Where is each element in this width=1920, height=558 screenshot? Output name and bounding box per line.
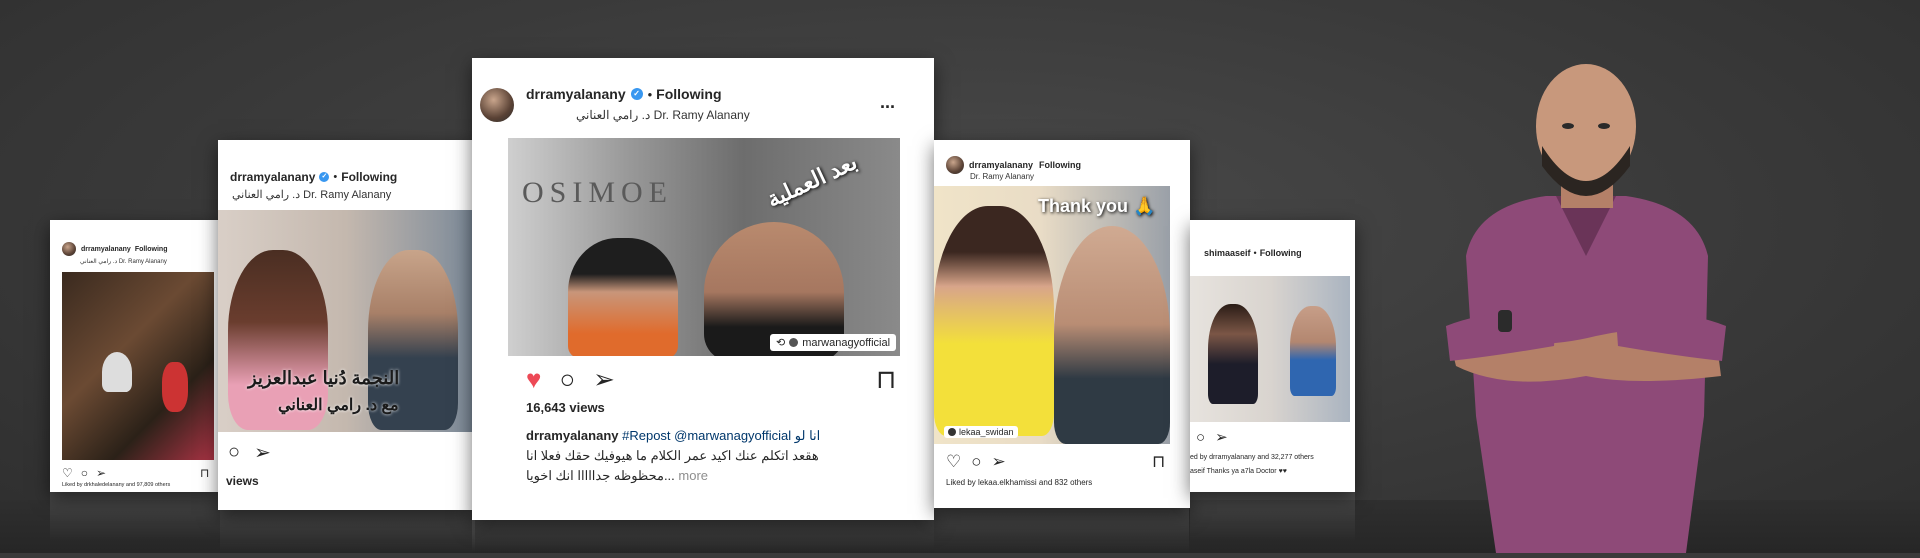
left-following[interactable]: Following (341, 170, 397, 184)
right-comment-icon[interactable]: ○ (971, 452, 981, 472)
main-caption-line1: drramyalanany #Repost @marwanagyofficial… (526, 428, 820, 444)
main-username[interactable]: drramyalanany (526, 86, 626, 102)
main-caption-more[interactable]: more (678, 468, 708, 483)
repost-avatar (789, 338, 799, 347)
left-overlay-line2: مع د. رامي العناني (278, 397, 399, 414)
right-liked-by: Liked by lekaa.elkhamissi and 832 others (946, 478, 1093, 487)
far-left-post-card[interactable]: drramyalanany Following د. رامي العناني … (50, 220, 220, 492)
main-post-card[interactable]: drramyalanany ✓ • Following د. رامي العن… (472, 58, 934, 520)
reflection-left (220, 510, 475, 553)
far-right-liked-by: ed by drramyalanany and 32,277 others (1190, 454, 1314, 461)
right-tag-avatar (948, 428, 956, 436)
right-save-icon[interactable]: ⊓ (1152, 452, 1165, 472)
doctor-figure-svg (1446, 64, 1726, 553)
far-right-photo[interactable] (1190, 276, 1350, 422)
main-display-name: د. رامي العناني Dr. Ramy Alanany (576, 108, 750, 122)
right-post-card[interactable]: drramyalanany Following Dr. Ramy Alanany… (934, 140, 1190, 508)
main-following[interactable]: Following (656, 86, 721, 102)
far-left-share-icon[interactable]: ➢ (96, 466, 106, 480)
far-right-following[interactable]: Following (1260, 248, 1302, 258)
far-right-post-card[interactable]: shimaaseif • Following ○ ➢ ed by drramya… (1190, 220, 1355, 492)
main-photo-logo: OSIMOE (522, 176, 674, 209)
far-left-liked-by: Liked by drkhaledelanany and 97,809 othe… (62, 482, 171, 488)
right-overlay-text: Thank you 🙏 (1038, 196, 1156, 216)
main-more-icon[interactable]: ... (880, 92, 895, 113)
reflection-main (472, 520, 934, 553)
far-left-comment-icon[interactable]: ○ (81, 466, 88, 480)
far-left-username[interactable]: drramyalanany (81, 246, 131, 253)
main-caption-user[interactable]: drramyalanany (526, 428, 619, 443)
right-share-icon[interactable]: ➢ (992, 452, 1006, 472)
main-repost-tag[interactable]: ⟲ marwanagyofficial (770, 334, 897, 351)
main-comment-icon[interactable]: ○ (559, 364, 575, 395)
main-caption-line3: محظوظه جدااااا انك اخويا... more (526, 468, 709, 483)
main-caption-text1: #Repost @marwanagyofficial انا لو (622, 428, 821, 443)
far-left-following[interactable]: Following (135, 246, 168, 253)
left-share-icon[interactable]: ➢ (254, 440, 271, 465)
repost-icon: ⟲ (776, 337, 786, 349)
main-views: 16,643 views (526, 400, 605, 415)
far-left-photo[interactable] (62, 272, 214, 460)
reflection-right (934, 508, 1189, 553)
right-avatar[interactable] (946, 156, 964, 174)
left-display-name: د. رامي العناني Dr. Ramy Alanany (232, 189, 392, 201)
left-username[interactable]: drramyalanany (230, 170, 315, 184)
far-left-save-icon[interactable]: ⊓ (200, 466, 209, 480)
far-right-username[interactable]: shimaaseif (1204, 248, 1251, 258)
reflection-far-right (1190, 492, 1355, 542)
far-left-display-name: د. رامي العناني Dr. Ramy Alanany (80, 259, 167, 265)
main-like-icon[interactable]: ♥ (526, 364, 541, 395)
right-following[interactable]: Following (1039, 160, 1081, 170)
far-right-share-icon[interactable]: ➢ (1215, 428, 1228, 446)
left-post-card[interactable]: drramyalanany ✓ • Following د. رامي العن… (218, 140, 474, 510)
far-right-caption: aseif Thanks ya a7la Doctor ♥♥ (1190, 468, 1287, 475)
left-verified-icon: ✓ (319, 172, 330, 182)
main-share-icon[interactable]: ➢ (593, 364, 615, 395)
main-save-icon[interactable]: ⊓ (876, 364, 896, 395)
main-verified-icon: ✓ (630, 88, 643, 100)
far-right-comment-icon[interactable]: ○ (1196, 429, 1205, 446)
reflection-far-left (50, 492, 220, 542)
main-caption-line2: هقعد اتكلم عنك اكيد عمر الكلام ما هيوفيك… (526, 448, 819, 463)
right-tag[interactable]: lekaa_swidan (944, 426, 1018, 438)
right-like-icon[interactable]: ♡ (946, 452, 961, 472)
left-comment-icon[interactable]: ○ (228, 441, 240, 464)
right-display-name: Dr. Ramy Alanany (970, 172, 1035, 181)
left-overlay-line1: النجمة دُنيا عبدالعزيز (248, 368, 400, 388)
far-left-like-icon[interactable]: ♡ (62, 466, 73, 480)
main-avatar[interactable] (480, 88, 514, 122)
far-left-avatar[interactable] (62, 242, 76, 256)
right-photo[interactable] (934, 186, 1170, 444)
left-views: views (226, 474, 259, 488)
doctor-portrait (1436, 56, 1736, 553)
right-username[interactable]: drramyalanany (969, 160, 1033, 170)
